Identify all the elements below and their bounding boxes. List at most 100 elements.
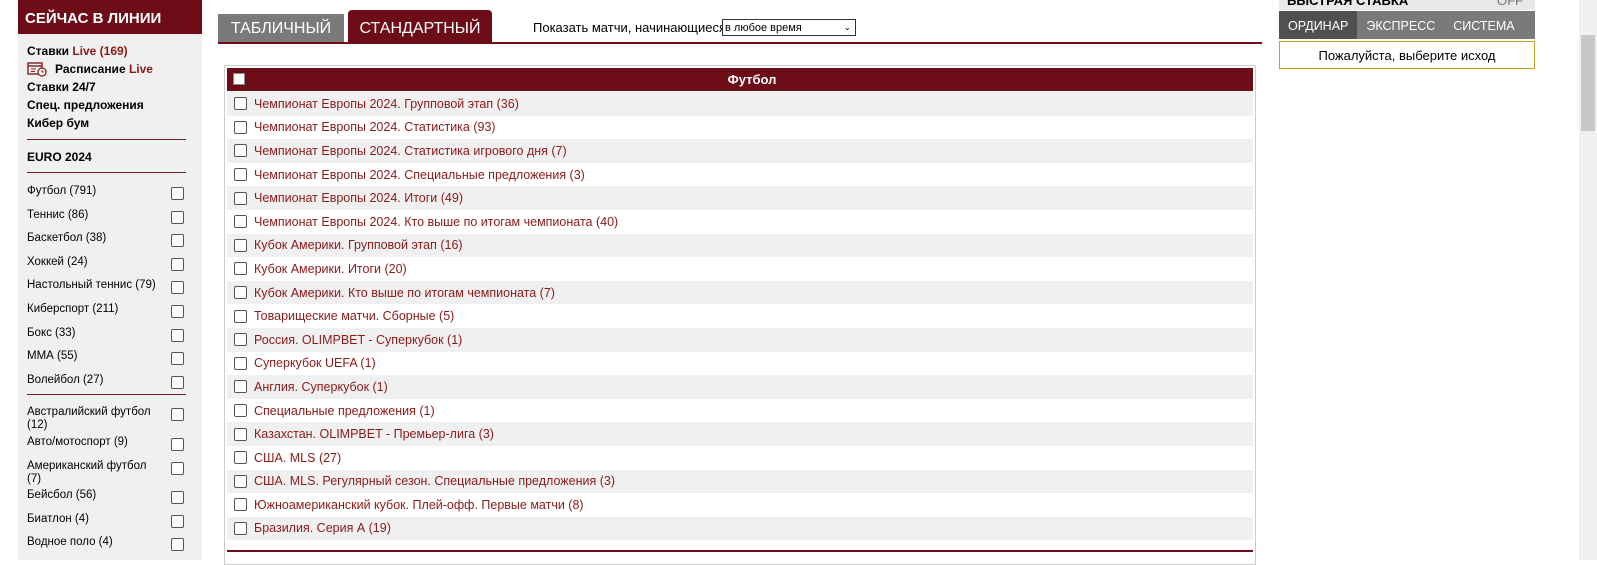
league-row[interactable]: Кубок Америки. Кто выше по итогам чемпио…	[227, 280, 1253, 305]
league-row[interactable]: Суперкубок UEFA (1)	[227, 351, 1253, 376]
euro-2024-link[interactable]: EURO 2024	[18, 140, 202, 172]
league-name[interactable]: Кубок Америки. Групповой этап (16)	[254, 238, 463, 252]
sport-item[interactable]: Американский футбол (7)	[18, 457, 202, 486]
league-name[interactable]: Кубок Америки. Кто выше по итогам чемпио…	[254, 286, 555, 300]
league-checkbox[interactable]	[234, 309, 247, 323]
league-checkbox[interactable]	[234, 144, 247, 158]
league-row[interactable]: Кубок Америки. Групповой этап (16)	[227, 233, 1253, 258]
tab-standard[interactable]: СТАНДАРТНЫЙ	[348, 10, 492, 42]
sport-checkbox[interactable]	[171, 375, 184, 389]
sport-checkbox[interactable]	[171, 234, 184, 248]
league-row[interactable]: Чемпионат Европы 2024. Итоги (49)	[227, 186, 1253, 210]
league-checkbox[interactable]	[234, 120, 247, 134]
tab-table[interactable]: ТАБЛИЧНЫЙ	[218, 14, 344, 42]
league-name[interactable]: Россия. OLIMPBET - Суперкубок (1)	[254, 333, 462, 347]
sport-item[interactable]: Волейбол (27)	[18, 371, 202, 395]
league-row[interactable]: Чемпионат Европы 2024. Специальные предл…	[227, 162, 1253, 187]
sport-checkbox[interactable]	[171, 281, 184, 295]
live-bets-link[interactable]: Ставки Live (169)	[27, 42, 202, 60]
league-checkbox[interactable]	[234, 474, 247, 488]
tab-system[interactable]: СИСТЕМА	[1444, 11, 1523, 39]
league-checkbox[interactable]	[234, 380, 247, 394]
league-checkbox[interactable]	[234, 286, 247, 300]
league-checkbox[interactable]	[234, 356, 247, 370]
league-name[interactable]: Казахстан. OLIMPBET - Премьер-лига (3)	[254, 427, 494, 441]
league-checkbox[interactable]	[234, 97, 247, 111]
league-row[interactable]: Казахстан. OLIMPBET - Премьер-лига (3)	[227, 422, 1253, 446]
league-checkbox[interactable]	[234, 451, 247, 465]
sport-checkbox[interactable]	[171, 514, 184, 528]
select-all-checkbox[interactable]	[233, 73, 245, 85]
sport-checkbox[interactable]	[171, 328, 184, 342]
league-row[interactable]: Россия. OLIMPBET - Суперкубок (1)	[227, 327, 1253, 352]
league-name[interactable]: США. MLS (27)	[254, 451, 341, 465]
league-name[interactable]: Чемпионат Европы 2024. Групповой этап (3…	[254, 97, 519, 111]
league-row[interactable]: Англия. Суперкубок (1)	[227, 375, 1253, 399]
league-checkbox[interactable]	[234, 521, 247, 535]
league-name[interactable]: Чемпионат Европы 2024. Специальные предл…	[254, 168, 585, 182]
league-row[interactable]: Специальные предложения (1)	[227, 398, 1253, 423]
special-offers-link[interactable]: Спец. предложения	[27, 96, 202, 114]
sport-checkbox[interactable]	[171, 352, 184, 366]
sport-checkbox[interactable]	[171, 210, 184, 224]
league-checkbox[interactable]	[234, 215, 247, 229]
league-checkbox[interactable]	[234, 404, 247, 418]
league-name[interactable]: Чемпионат Европы 2024. Статистика игрово…	[254, 144, 567, 158]
league-row[interactable]: Чемпионат Европы 2024. Групповой этап (3…	[227, 92, 1253, 116]
league-row[interactable]: Чемпионат Европы 2024. Кто выше по итога…	[227, 209, 1253, 234]
sport-item[interactable]: Теннис (86)	[18, 206, 202, 230]
sport-checkbox[interactable]	[171, 408, 184, 422]
sport-checkbox[interactable]	[171, 257, 184, 271]
league-name[interactable]: США. MLS. Регулярный сезон. Специальные …	[254, 474, 615, 488]
league-checkbox[interactable]	[234, 168, 247, 182]
league-name[interactable]: Специальные предложения (1)	[254, 404, 435, 418]
league-checkbox[interactable]	[234, 262, 247, 276]
sport-item[interactable]: Хоккей (24)	[18, 253, 202, 277]
league-name[interactable]: Суперкубок UEFA (1)	[254, 356, 376, 370]
sport-item[interactable]: Биатлон (4)	[18, 510, 202, 534]
league-name[interactable]: Чемпионат Европы 2024. Кто выше по итога…	[254, 215, 618, 229]
bets-247-link[interactable]: Ставки 24/7	[27, 78, 202, 96]
sport-checkbox[interactable]	[171, 538, 184, 552]
league-checkbox[interactable]	[234, 427, 247, 441]
sport-item[interactable]: ММА (55)	[18, 347, 202, 371]
sport-item[interactable]: Авто/мотоспорт (9)	[18, 433, 202, 457]
league-checkbox[interactable]	[234, 498, 247, 512]
page-scrollbar[interactable]	[1579, 0, 1597, 560]
league-row[interactable]: Чемпионат Европы 2024. Статистика (93)	[227, 115, 1253, 140]
league-row[interactable]: Кубок Америки. Итоги (20)	[227, 257, 1253, 281]
league-checkbox[interactable]	[234, 191, 247, 205]
schedule-link[interactable]: Расписание Live	[27, 60, 202, 78]
league-name[interactable]: Бразилия. Серия А (19)	[254, 521, 391, 535]
sport-checkbox[interactable]	[171, 461, 184, 475]
league-name[interactable]: Чемпионат Европы 2024. Итоги (49)	[254, 191, 463, 205]
league-row[interactable]: Бразилия. Серия А (19)	[227, 516, 1253, 541]
league-row[interactable]: Южноамериканский кубок. Плей-офф. Первые…	[227, 493, 1253, 517]
sport-item[interactable]: Футбол (791)	[18, 182, 202, 206]
tab-single[interactable]: ОРДИНАР	[1279, 11, 1358, 39]
tab-express[interactable]: ЭКСПРЕСС	[1357, 11, 1444, 39]
league-name[interactable]: Товарищеские матчи. Сборные (5)	[254, 309, 454, 323]
sport-item[interactable]: Бокс (33)	[18, 324, 202, 348]
cyber-boom-link[interactable]: Кибер бум	[27, 114, 202, 132]
quick-bet-toggle[interactable]: OFF	[1497, 0, 1523, 8]
league-row[interactable]: США. MLS. Регулярный сезон. Специальные …	[227, 469, 1253, 494]
sport-checkbox[interactable]	[171, 438, 184, 452]
sport-item[interactable]: Настольный теннис (79)	[18, 276, 202, 300]
sport-item[interactable]: Бейсбол (56)	[18, 486, 202, 510]
sport-checkbox[interactable]	[171, 187, 184, 200]
league-checkbox[interactable]	[234, 238, 247, 252]
scrollbar-thumb[interactable]	[1581, 35, 1595, 131]
league-checkbox[interactable]	[234, 333, 247, 347]
sport-item[interactable]: Австралийский футбол (12)	[18, 403, 202, 433]
league-row[interactable]: США. MLS (27)	[227, 445, 1253, 470]
sport-checkbox[interactable]	[171, 490, 184, 504]
sport-item[interactable]: Водное поло (4)	[18, 533, 202, 557]
sport-checkbox[interactable]	[171, 304, 184, 318]
league-name[interactable]: Чемпионат Европы 2024. Статистика (93)	[254, 120, 496, 134]
league-row[interactable]: Чемпионат Европы 2024. Статистика игрово…	[227, 139, 1253, 163]
sport-item[interactable]: Киберспорт (211)	[18, 300, 202, 324]
league-name[interactable]: Южноамериканский кубок. Плей-офф. Первые…	[254, 498, 584, 512]
sport-item[interactable]: Баскетбол (38)	[18, 229, 202, 253]
league-name[interactable]: Кубок Америки. Итоги (20)	[254, 262, 407, 276]
